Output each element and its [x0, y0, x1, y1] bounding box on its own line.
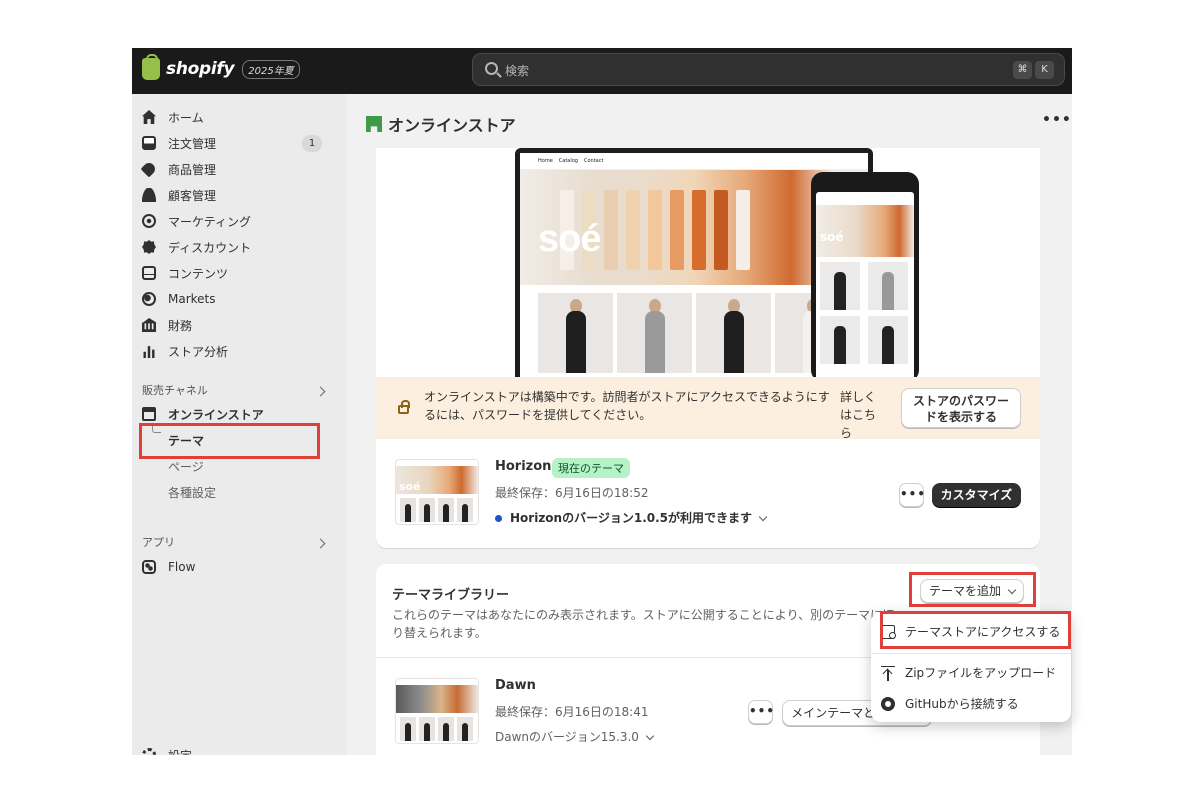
phone-mockup: soé — [811, 172, 919, 377]
target-icon — [142, 214, 156, 228]
k-key-hint: K — [1035, 61, 1054, 79]
show-password-button[interactable]: ストアのパスワードを表示する — [901, 388, 1021, 428]
theme-library-description: これらのテーマはあなたにのみ表示されます。ストアに公開することにより、別のテーマ… — [392, 608, 895, 640]
sidebar-item-label: 財務 — [168, 318, 193, 333]
mockup-product-grid — [538, 293, 850, 373]
current-theme-badge: 現在のテーマ — [552, 458, 630, 478]
upload-icon — [881, 665, 895, 681]
sidebar: ホーム 注文管理 1 商品管理 顧客管理 マーケティング ディスカウント コンテ… — [132, 94, 346, 755]
theme-thumbnail[interactable]: soé — [395, 459, 479, 525]
github-icon — [881, 696, 895, 711]
search-placeholder: 検索 — [505, 64, 530, 78]
edition-badge[interactable]: 2025年夏 — [242, 59, 300, 79]
sidebar-item-label: ホーム — [168, 110, 204, 125]
sidebar-item-label: コンテンツ — [168, 266, 229, 281]
sidebar-item-flow[interactable]: Flow — [142, 556, 332, 578]
menu-item-upload-zip[interactable]: Zipファイルをアップロード — [881, 664, 1056, 681]
sidebar-item-label: Markets — [168, 292, 216, 306]
orders-count-badge: 1 — [302, 135, 322, 152]
sidebar-item-content[interactable]: コンテンツ — [142, 262, 332, 284]
chart-icon — [143, 346, 155, 358]
logo-text: shopify — [166, 59, 235, 79]
chevron-right-icon[interactable] — [315, 386, 326, 397]
top-bar: shopify 2025年夏 検索 ⌘ K — [132, 48, 1072, 94]
sidebar-item-online-store[interactable]: オンラインストア — [142, 403, 332, 425]
theme-more-actions-button[interactable]: ••• — [899, 483, 925, 507]
theme-more-actions-button[interactable]: ••• — [748, 700, 774, 724]
shopify-logo[interactable]: shopify 2025年夏 — [142, 54, 300, 80]
gear-icon — [142, 748, 156, 755]
shopify-bag-icon — [142, 54, 160, 80]
last-saved-text: 最終保存：6月16日の18:52 — [495, 486, 649, 500]
sidebar-item-label: 注文管理 — [168, 136, 217, 151]
sidebar-item-products[interactable]: 商品管理 — [140, 158, 332, 180]
sidebar-item-analytics[interactable]: ストア分析 — [142, 340, 332, 362]
lock-icon — [398, 400, 410, 414]
sidebar-item-customers[interactable]: 顧客管理 — [142, 184, 332, 206]
online-store-icon — [142, 407, 156, 421]
theme-thumbnail[interactable] — [395, 678, 479, 744]
sidebar-item-label: マーケティング — [168, 214, 252, 229]
sidebar-subitem-preferences[interactable]: 各種設定 — [168, 484, 216, 501]
password-warning-banner: オンラインストアは構築中です。訪問者がストアにアクセスできるようにするには、パス… — [376, 377, 1040, 442]
sidebar-subitem-pages[interactable]: ページ — [168, 458, 204, 475]
page-title-text: オンラインストア — [388, 116, 516, 135]
customize-button[interactable]: カスタマイズ — [932, 483, 1021, 507]
sidebar-item-orders[interactable]: 注文管理 1 — [142, 132, 332, 154]
last-saved-text: 最終保存：6月16日の18:41 — [495, 705, 649, 719]
theme-library-title: テーマライブラリー — [392, 588, 510, 603]
discount-icon — [142, 240, 156, 254]
page-more-actions-button[interactable]: ••• — [1042, 112, 1072, 128]
sidebar-item-marketing[interactable]: マーケティング — [142, 210, 332, 232]
search-bar[interactable]: 検索 ⌘ K — [472, 53, 1065, 86]
flow-icon — [142, 560, 156, 574]
current-theme-row: soé Horizon 現在のテーマ 最終保存：6月16日の18:52 Hori… — [376, 439, 1040, 548]
theme-name: Dawn — [495, 678, 536, 693]
sidebar-item-label: 設定 — [168, 747, 192, 756]
globe-icon — [142, 292, 156, 306]
theme-preview-image: Home Catalog Contact soé soé — [376, 148, 1040, 377]
info-dot-icon — [495, 515, 502, 522]
search-icon — [485, 62, 498, 75]
mockup-nav: Home Catalog Contact — [520, 153, 868, 170]
bank-icon — [142, 318, 156, 332]
sidebar-item-label: オンラインストア — [168, 407, 264, 422]
themes-highlight-box — [139, 423, 320, 459]
update-available-link[interactable]: Horizonのバージョン1.0.5が利用できます — [495, 509, 768, 526]
add-theme-highlight-box — [909, 572, 1036, 607]
chevron-down-icon — [758, 512, 768, 522]
person-icon — [142, 188, 156, 202]
sales-channels-heading: 販売チャネル — [142, 384, 208, 397]
sidebar-item-label: 顧客管理 — [168, 188, 217, 203]
cmd-key-hint: ⌘ — [1013, 61, 1032, 79]
chevron-down-icon — [645, 731, 655, 741]
menu-item-label: Zipファイルをアップロード — [905, 666, 1057, 680]
sidebar-item-home[interactable]: ホーム — [142, 106, 332, 128]
menu-item-github[interactable]: GitHubから接続する — [881, 695, 1019, 712]
theme-store-highlight-box — [880, 611, 1071, 649]
sidebar-item-label: ストア分析 — [168, 344, 229, 359]
sidebar-item-markets[interactable]: Markets — [142, 288, 332, 310]
theme-name: Horizon — [495, 459, 552, 474]
content-icon — [142, 266, 156, 280]
version-text[interactable]: Dawnのバージョン15.3.0 — [495, 728, 655, 745]
sidebar-item-label: 商品管理 — [168, 162, 217, 177]
sidebar-item-finance[interactable]: 財務 — [142, 314, 332, 336]
home-icon — [142, 110, 156, 124]
tag-icon — [140, 160, 158, 178]
page-title: オンラインストア — [366, 112, 516, 136]
learn-more-link[interactable]: 詳しくはこちら — [840, 388, 884, 442]
sidebar-item-label: ディスカウント — [168, 240, 252, 255]
banner-message: オンラインストアは構築中です。訪問者がストアにアクセスできるようにするには、パス… — [424, 390, 830, 422]
current-theme-card: Home Catalog Contact soé soé オンラインストアは構築… — [376, 148, 1040, 548]
orders-icon — [142, 136, 156, 150]
menu-item-label: GitHubから接続する — [905, 697, 1019, 711]
brand-wordmark: soé — [538, 218, 601, 260]
sidebar-item-settings[interactable]: 設定 — [142, 744, 332, 755]
sidebar-item-discounts[interactable]: ディスカウント — [142, 236, 332, 258]
apps-heading: アプリ — [142, 536, 175, 549]
chevron-right-icon[interactable] — [315, 538, 326, 549]
online-store-icon — [366, 116, 382, 132]
sidebar-item-label: Flow — [168, 560, 196, 574]
